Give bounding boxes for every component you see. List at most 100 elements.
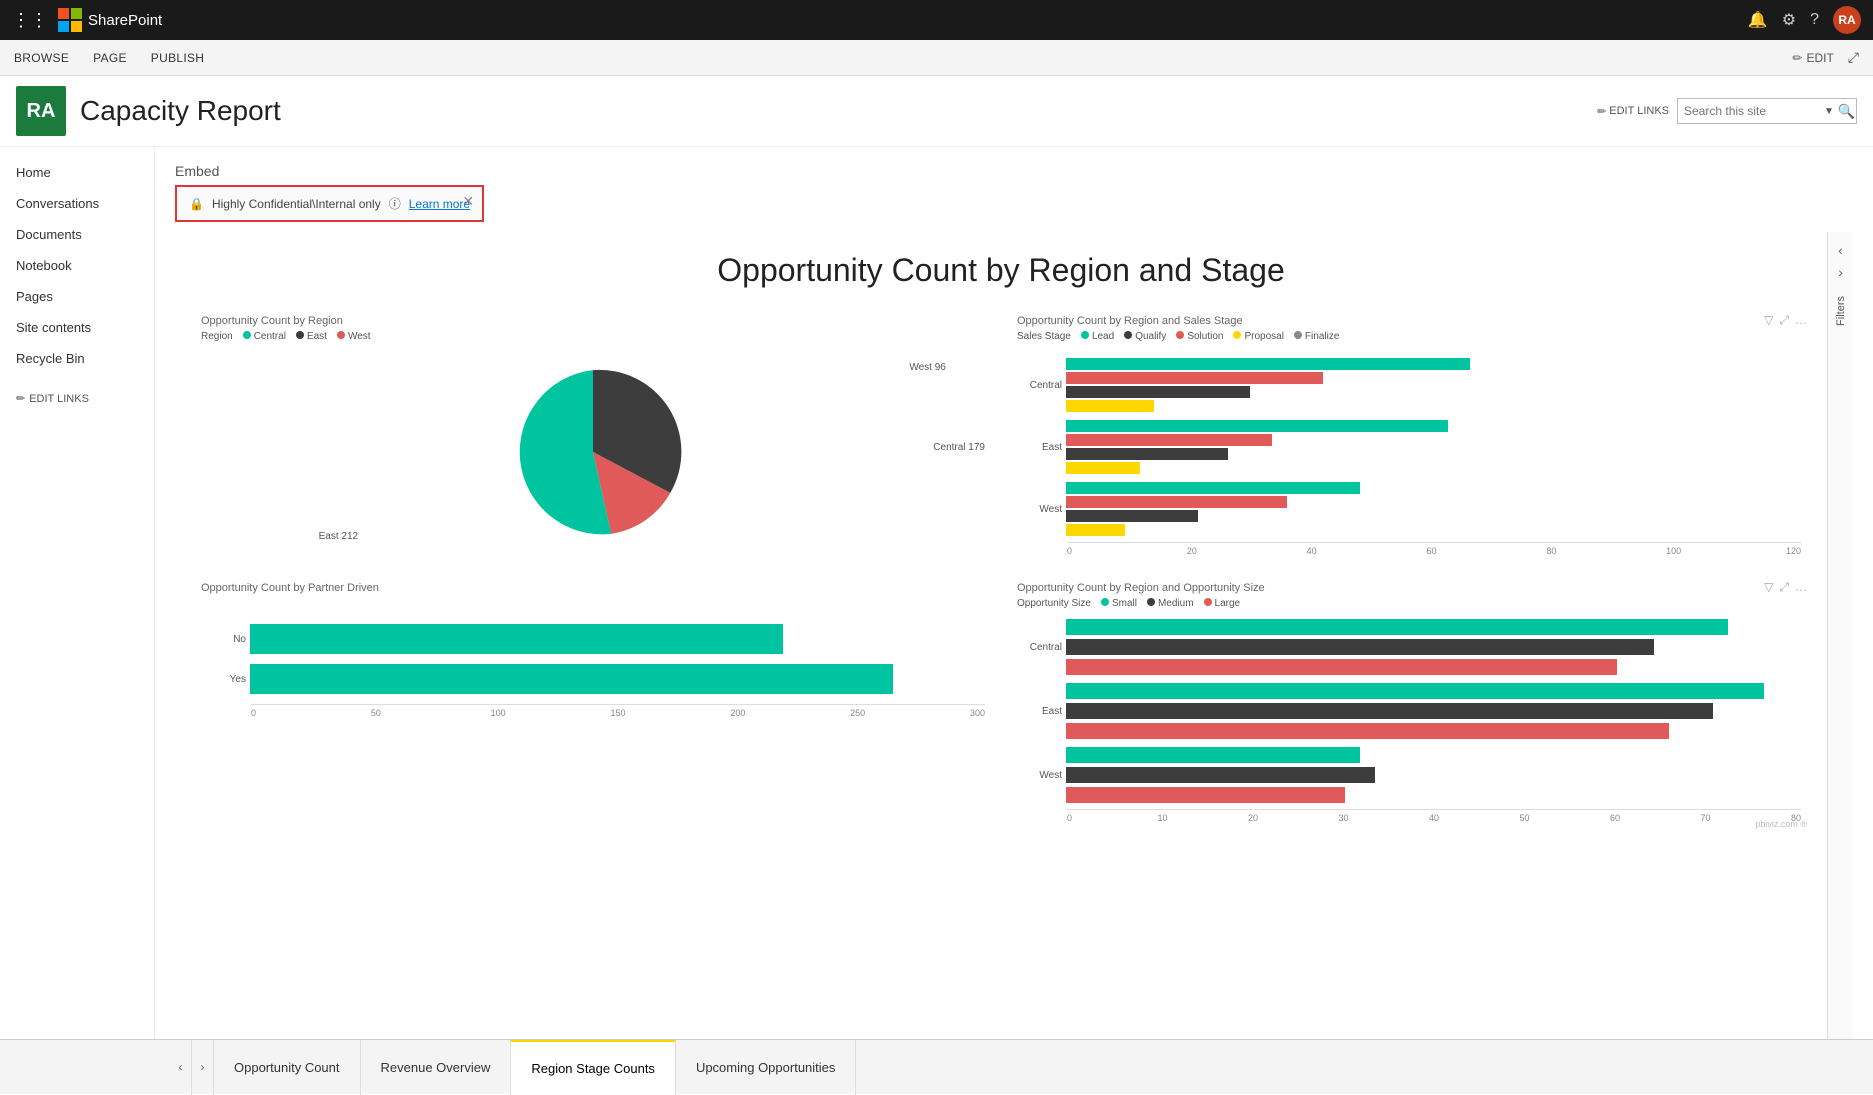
expand-icon[interactable]: ⤢: [1779, 313, 1789, 328]
size-bar-west-medium: [1066, 767, 1375, 783]
browse-tab[interactable]: BROWSE: [14, 51, 69, 65]
chevron-down-icon[interactable]: ▼: [1824, 106, 1834, 117]
search-input[interactable]: [1684, 104, 1824, 118]
size-axis: 0 10 20 30 40 50 60 70 80: [1067, 809, 1801, 823]
sales-chart-title: Opportunity Count by Region and Sales St…: [1017, 315, 1801, 327]
ms-blue: [58, 21, 69, 32]
ms-logo-grid: [58, 8, 82, 32]
filters-label[interactable]: Filters: [1835, 296, 1847, 326]
bell-icon[interactable]: 🔔: [1748, 10, 1768, 30]
close-icon[interactable]: ✕: [462, 193, 474, 210]
size-legend: Opportunity Size Small Medium Large: [1017, 598, 1801, 609]
bar-yes: [250, 664, 893, 694]
bar-row-west: West: [1017, 482, 1801, 536]
question-icon[interactable]: ?: [1810, 11, 1819, 29]
bar-row-no: No: [201, 624, 985, 654]
pencil-icon: ✏: [1792, 51, 1802, 65]
bottom-tabs: ‹ › Opportunity Count Revenue Overview R…: [0, 1039, 1873, 1094]
sidebar-edit-links[interactable]: ✏ EDIT LINKS: [0, 384, 154, 413]
main-layout: Home Conversations Documents Notebook Pa…: [0, 147, 1873, 1039]
bar-row-yes: Yes: [201, 664, 985, 694]
bar-label-no: No: [201, 634, 246, 645]
publish-tab[interactable]: PUBLISH: [151, 51, 204, 65]
edit-links-button[interactable]: ✏ EDIT LINKS: [1597, 105, 1669, 118]
chevron-up-icon[interactable]: ›: [1838, 264, 1843, 280]
bar-no: [250, 624, 783, 654]
product-name: SharePoint: [88, 12, 162, 29]
bar-central-lead: [1066, 358, 1470, 370]
sales-bar-chart: Central: [1017, 358, 1801, 556]
chevron-left-icon[interactable]: ‹: [1838, 242, 1843, 258]
pie-chart-title: Opportunity Count by Region: [201, 315, 985, 327]
filter-icon[interactable]: ▽: [1764, 313, 1773, 328]
partner-bar-chart: No Yes 0 50 100: [201, 624, 985, 718]
tab-next-button[interactable]: ›: [192, 1040, 214, 1095]
microsoft-logo: SharePoint: [58, 8, 162, 32]
page-tab[interactable]: PAGE: [93, 51, 127, 65]
expand-icon-size[interactable]: ⤢: [1779, 580, 1789, 595]
pie-chart-section: Opportunity Count by Region Region Centr…: [185, 305, 1001, 572]
pencil-icon-small: ✏: [1597, 105, 1606, 118]
page-avatar: RA: [16, 86, 66, 136]
ms-red: [58, 8, 69, 19]
legend-solution: Solution: [1176, 331, 1223, 342]
sales-legend: Sales Stage Lead Qualify Solution Propos…: [1017, 331, 1801, 342]
bar-west-proposal: [1066, 524, 1125, 536]
pie-legend: Region Central East West: [201, 331, 985, 342]
size-bar-east-large: [1066, 723, 1669, 739]
tab-prev-button[interactable]: ‹: [170, 1040, 192, 1095]
embed-banner: 🔒 Highly Confidential\Internal only ⓘ Le…: [175, 185, 484, 222]
size-bar-east-small: [1066, 683, 1764, 699]
legend-central: Central: [243, 331, 286, 342]
bar-group-west: [1066, 482, 1801, 536]
bar-label-central: Central: [1017, 380, 1062, 391]
size-bar-central-medium: [1066, 639, 1654, 655]
partner-chart-section: Opportunity Count by Partner Driven No Y…: [185, 572, 1001, 833]
ms-yellow: [71, 21, 82, 32]
more-icon-size[interactable]: …: [1795, 580, 1807, 595]
bar-label-west: West: [1017, 504, 1062, 515]
more-icon[interactable]: …: [1795, 313, 1807, 328]
avatar[interactable]: RA: [1833, 6, 1861, 34]
sidebar-item-pages[interactable]: Pages: [0, 281, 154, 312]
size-chart-section: ▽ ⤢ … Opportunity Count by Region and Op…: [1001, 572, 1817, 833]
pencil-icon-sidebar: ✏: [16, 392, 25, 405]
bar-west-lead: [1066, 482, 1360, 494]
edit-button[interactable]: ✏ EDIT: [1792, 51, 1833, 65]
learn-more-link[interactable]: Learn more: [409, 197, 470, 211]
bar-row-central: Central: [1017, 358, 1801, 412]
tab-region-stage-counts[interactable]: Region Stage Counts: [511, 1040, 676, 1095]
pbi-chart-title: Opportunity Count by Region and Stage: [175, 252, 1827, 289]
search-box: ▼ 🔍: [1677, 98, 1857, 124]
tab-upcoming-opportunities[interactable]: Upcoming Opportunities: [676, 1040, 856, 1095]
sidebar-item-site-contents[interactable]: Site contents: [0, 312, 154, 343]
embed-banner-text: Highly Confidential\Internal only: [212, 197, 381, 211]
sidebar-item-documents[interactable]: Documents: [0, 219, 154, 250]
size-bar-west-large: [1066, 787, 1345, 803]
pie-chart: West 96 Central 179 East 212: [201, 352, 985, 552]
partner-axis: 0 50 100 150 200 250 300: [251, 704, 985, 718]
legend-large: Large: [1204, 598, 1241, 609]
bar-west-solution: [1066, 496, 1287, 508]
sidebar-item-conversations[interactable]: Conversations: [0, 188, 154, 219]
command-bar: BROWSE PAGE PUBLISH ✏ EDIT ⤢: [0, 40, 1873, 76]
filter-icon-size[interactable]: ▽: [1764, 580, 1773, 595]
lock-icon: 🔒: [189, 197, 204, 211]
embed-label: Embed: [175, 163, 1853, 179]
sidebar-item-notebook[interactable]: Notebook: [0, 250, 154, 281]
size-bar-west-small: [1066, 747, 1360, 763]
gear-icon[interactable]: ⚙: [1782, 10, 1796, 30]
waffle-icon[interactable]: ⋮⋮: [12, 10, 48, 31]
expand-icon[interactable]: ⤢: [1848, 49, 1859, 66]
search-icon[interactable]: 🔍: [1838, 103, 1855, 120]
pbi-inner: Opportunity Count by Region and Stage Op…: [175, 232, 1853, 1039]
sidebar-item-recycle-bin[interactable]: Recycle Bin: [0, 343, 154, 374]
size-bar-east-medium: [1066, 703, 1713, 719]
size-bar-group-east: [1066, 683, 1801, 739]
tab-revenue-overview[interactable]: Revenue Overview: [361, 1040, 512, 1095]
tab-opportunity-count[interactable]: Opportunity Count: [214, 1040, 361, 1095]
sidebar-item-home[interactable]: Home: [0, 157, 154, 188]
filters-panel: ‹ › Filters: [1827, 232, 1853, 1039]
sales-axis: 0 20 40 60 80 100 120: [1067, 542, 1801, 556]
bar-label-east: East: [1017, 442, 1062, 453]
